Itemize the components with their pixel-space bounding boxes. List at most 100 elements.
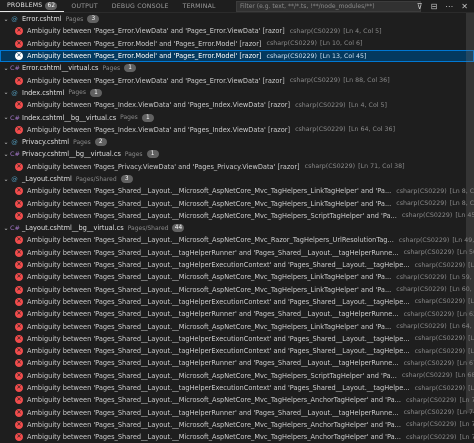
problem-row[interactable]: ✕ Ambiguity between 'Pages_Shared__Layout… (0, 185, 474, 197)
file-directory: Pages (120, 114, 138, 122)
problem-location: [Ln 77, Col 16] (459, 433, 474, 441)
csharp-file-icon: C# (10, 113, 20, 122)
problem-row[interactable]: ✕ Ambiguity between 'Pages_Shared__Layout… (0, 308, 474, 320)
problem-source: csharp(CS0229) (396, 200, 447, 208)
file-name: Privacy.cshtml__bg__virtual.cs (22, 150, 121, 159)
problem-row[interactable]: ✕ Ambiguity between 'Pages_Shared__Layout… (0, 271, 474, 283)
file-name: Index.cshtml__bg__virtual.cs (22, 113, 117, 122)
problem-row[interactable]: ✕ Ambiguity between 'Pages_Shared__Layout… (0, 210, 474, 222)
file-group-row[interactable]: ⌄ C# Error.cshtml__virtual.cs Pages 1 (0, 62, 474, 74)
error-icon: ✕ (15, 248, 23, 257)
file-group-row[interactable]: ⌄ @ _Layout.cshtml Pages/Shared 3 (0, 173, 474, 185)
file-group-row[interactable]: ⌄ C# Index.cshtml__bg__virtual.cs Pages 1 (0, 111, 474, 123)
problem-row[interactable]: ✕ Ambiguity between 'Pages_Shared__Layout… (0, 234, 474, 246)
file-directory: Pages (124, 150, 143, 158)
problem-message: Ambiguity between 'Pages_Error.Model' an… (27, 52, 262, 61)
error-icon: ✕ (15, 359, 23, 368)
problem-row[interactable]: ✕ Ambiguity between 'Pages_Shared__Layout… (0, 370, 474, 382)
problem-row[interactable]: ✕ Ambiguity between 'Pages_Privacy.ViewDa… (0, 161, 474, 173)
error-icon: ✕ (15, 101, 23, 110)
close-icon[interactable]: ✕ (461, 2, 468, 11)
error-icon: ✕ (15, 261, 23, 270)
problem-row[interactable]: ✕ Ambiguity between 'Pages_Shared__Layout… (0, 247, 474, 259)
error-icon: ✕ (15, 420, 23, 429)
error-icon: ✕ (15, 199, 23, 208)
problem-message: Ambiguity between 'Pages_Shared__Layout.… (27, 211, 397, 220)
chevron-down-icon[interactable]: ⌄ (2, 151, 10, 158)
problem-message: Ambiguity between 'Pages_Error.ViewData'… (27, 76, 285, 85)
file-group-row[interactable]: ⌄ @ Error.cshtml Pages 3 (0, 13, 474, 25)
problem-row[interactable]: ✕ Ambiguity between 'Pages_Shared__Layout… (0, 357, 474, 369)
filter-input[interactable]: Filter (e.g. text, **/*.ts, !**/node_mod… (236, 1, 421, 12)
problem-message: Ambiguity between 'Pages_Error.Model' an… (27, 39, 262, 48)
razor-file-icon: @ (11, 138, 18, 147)
problem-count-badge: 44 (172, 224, 185, 233)
scrollbar-thumb[interactable] (466, 13, 474, 413)
scrollbar[interactable] (466, 13, 474, 424)
more-actions-icon[interactable]: ⋯ (445, 2, 453, 11)
problem-message: Ambiguity between 'Pages_Privacy.ViewDat… (27, 162, 300, 171)
problem-row[interactable]: ✕ Ambiguity between 'Pages_Shared__Layout… (0, 407, 474, 419)
problem-location: [Ln 13, Col 45] (320, 52, 367, 60)
chevron-down-icon[interactable]: ⌄ (2, 16, 10, 23)
tab-terminal[interactable]: TERMINAL (176, 0, 223, 12)
problem-row[interactable]: ✕ Ambiguity between 'Pages_Shared__Layout… (0, 296, 474, 308)
tab-label: DEBUG CONSOLE (111, 2, 169, 10)
problem-row[interactable]: ✕ Ambiguity between 'Pages_Error.Model' a… (0, 49, 474, 63)
problem-row[interactable]: ✕ Ambiguity between 'Pages_Shared__Layout… (0, 320, 474, 332)
problem-message: Ambiguity between 'Pages_Shared__Layout.… (27, 396, 401, 405)
problem-message: Ambiguity between 'Pages_Shared__Layout.… (27, 236, 394, 245)
problem-message: Ambiguity between 'Pages_Shared__Layout.… (27, 420, 401, 429)
error-icon: ✕ (15, 322, 23, 331)
chevron-down-icon[interactable]: ⌄ (2, 139, 10, 146)
file-group-row[interactable]: ⌄ C# Privacy.cshtml__bg__virtual.cs Pages 1 (0, 148, 474, 160)
problem-message: Ambiguity between 'Pages_Error.ViewData'… (27, 27, 285, 36)
problem-count-badge: 3 (87, 15, 100, 24)
problem-row[interactable]: ✕ Ambiguity between 'Pages_Shared__Layout… (0, 419, 474, 431)
problem-location: [Ln 4, Col 5] (343, 27, 382, 35)
file-group-row[interactable]: ⌄ @ Privacy.cshtml Pages 2 (0, 136, 474, 148)
problem-source: csharp(CS0229) (396, 323, 447, 331)
problem-count-badge: 3 (120, 175, 133, 183)
problem-row[interactable]: ✕ Ambiguity between 'Pages_Shared__Layout… (0, 259, 474, 271)
problem-row[interactable]: ✕ Ambiguity between 'Pages_Error.Model' a… (0, 38, 474, 50)
tab-output[interactable]: OUTPUT (64, 0, 104, 12)
error-icon: ✕ (15, 433, 23, 442)
file-directory: Pages (73, 138, 91, 146)
chevron-down-icon[interactable]: ⌄ (2, 225, 10, 232)
file-group-row[interactable]: ⌄ C# _Layout.cshtml__bg__virtual.cs Pages/S… (0, 222, 474, 234)
chevron-down-icon[interactable]: ⌄ (2, 89, 10, 96)
tab-label: TERMINAL (182, 2, 216, 10)
error-icon: ✕ (15, 162, 23, 171)
chevron-down-icon[interactable]: ⌄ (2, 65, 10, 72)
problem-row[interactable]: ✕ Ambiguity between 'Pages_Shared__Layout… (0, 431, 474, 443)
chevron-down-icon[interactable]: ⌄ (2, 114, 10, 121)
problem-row[interactable]: ✕ Ambiguity between 'Pages_Shared__Layout… (0, 333, 474, 345)
panel-tab-bar: PROBLEMS 62 OUTPUT DEBUG CONSOLE TERMINA… (0, 0, 474, 13)
filter-icon[interactable]: ⊽ (417, 2, 423, 11)
tab-problems[interactable]: PROBLEMS 62 (0, 0, 65, 12)
problem-row[interactable]: ✕ Ambiguity between 'Pages_Error.ViewData… (0, 74, 474, 86)
problem-message: Ambiguity between 'Pages_Shared__Layout.… (27, 310, 399, 319)
chevron-down-icon[interactable]: ⌄ (2, 176, 10, 183)
csharp-file-icon: C# (10, 64, 20, 73)
collapse-all-icon[interactable]: ⊟ (431, 2, 438, 11)
file-group-row[interactable]: ⌄ @ Index.cshtml Pages 1 (0, 87, 474, 99)
problem-row[interactable]: ✕ Ambiguity between 'Pages_Shared__Layout… (0, 382, 474, 394)
error-icon: ✕ (15, 310, 23, 319)
problem-row[interactable]: ✕ Ambiguity between 'Pages_Error.ViewData… (0, 25, 474, 37)
problem-row[interactable]: ✕ Ambiguity between 'Pages_Index.ViewData… (0, 124, 474, 136)
error-icon: ✕ (15, 297, 23, 306)
problem-row[interactable]: ✕ Ambiguity between 'Pages_Shared__Layout… (0, 394, 474, 406)
problem-row[interactable]: ✕ Ambiguity between 'Pages_Shared__Layout… (0, 197, 474, 209)
error-icon: ✕ (15, 39, 23, 48)
file-directory: Pages (65, 15, 84, 23)
problem-row[interactable]: ✕ Ambiguity between 'Pages_Index.ViewData… (0, 99, 474, 111)
problem-row[interactable]: ✕ Ambiguity between 'Pages_Shared__Layout… (0, 345, 474, 357)
problem-row[interactable]: ✕ Ambiguity between 'Pages_Shared__Layout… (0, 284, 474, 296)
problem-location: [Ln 4, Col 5] (348, 101, 388, 109)
problem-source: csharp(CS0229) (405, 421, 457, 429)
tab-debug-console[interactable]: DEBUG CONSOLE (105, 0, 176, 12)
problem-source: csharp(CS0229) (295, 101, 346, 109)
file-name: Index.cshtml (22, 88, 65, 97)
